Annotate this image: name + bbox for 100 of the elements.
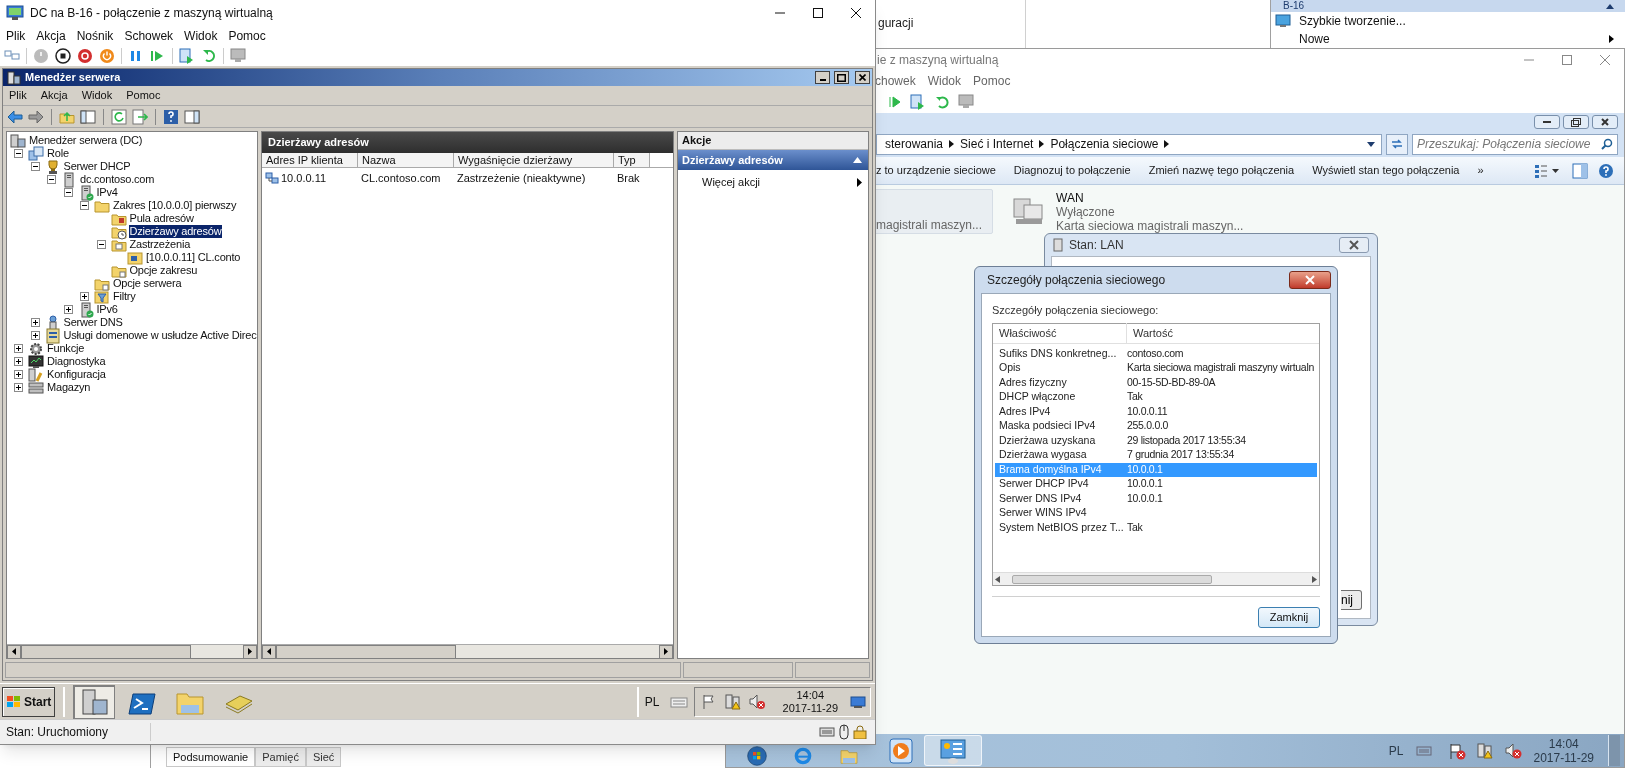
- actions-section-header[interactable]: Dzierżawy adresów: [678, 150, 868, 170]
- toolbar-command[interactable]: »: [1477, 162, 1484, 179]
- taskbar-app[interactable]: [73, 684, 116, 719]
- close-button[interactable]: Zamknij: [1258, 607, 1320, 628]
- tree-pane-icon[interactable]: [80, 108, 96, 125]
- expand-icon[interactable]: [14, 357, 23, 366]
- network-warning-icon[interactable]: [724, 693, 741, 710]
- maximize-button[interactable]: [834, 71, 849, 84]
- menu-item[interactable]: Widok: [81, 87, 113, 104]
- stop-icon[interactable]: [55, 48, 71, 64]
- scrollbar-thumb[interactable]: [276, 644, 456, 659]
- close-button[interactable]: nij: [1341, 590, 1362, 610]
- tree-item[interactable]: dc.contoso.com: [79, 173, 156, 186]
- tree-item[interactable]: Zastrzeżenia: [128, 238, 192, 251]
- clock-date[interactable]: 2017-11-29: [782, 701, 838, 715]
- menu-item[interactable]: Nośnik: [76, 27, 114, 45]
- scroll-right-icon[interactable]: [1312, 575, 1317, 583]
- tree-item[interactable]: Dzierżawy adresów: [128, 225, 223, 238]
- expand-icon[interactable]: [14, 370, 23, 379]
- toolbar-command[interactable]: Diagnozuj to połączenie: [1013, 162, 1131, 179]
- expand-icon[interactable]: [14, 383, 23, 392]
- search-icon[interactable]: [1601, 138, 1613, 150]
- speaker-muted-icon[interactable]: [748, 693, 765, 710]
- collapse-icon[interactable]: [63, 188, 73, 197]
- revert-icon[interactable]: [201, 48, 217, 64]
- chevron-right-icon[interactable]: [1164, 140, 1170, 148]
- revert-icon[interactable]: [935, 95, 949, 109]
- list-row[interactable]: Adres IPv4 10.0.0.11: [995, 404, 1317, 419]
- action-link[interactable]: Szybkie tworzenie...: [1299, 12, 1614, 30]
- monitor-icon[interactable]: [958, 94, 974, 110]
- tree-item[interactable]: Filtry: [112, 290, 137, 303]
- tab[interactable]: Sieć: [305, 747, 342, 767]
- tree-item[interactable]: IPv6: [95, 303, 119, 316]
- tree-item[interactable]: Magazyn: [46, 381, 92, 394]
- toolbar-command[interactable]: Wyświetl stan tego połączenia: [1312, 162, 1460, 179]
- tree-item[interactable]: Konfiguracja: [46, 368, 107, 381]
- view-options-icon[interactable]: [1534, 163, 1560, 178]
- checkpoint-icon[interactable]: [179, 48, 195, 64]
- toolbar-command[interactable]: Zmień nazwę tego połączenia: [1148, 162, 1295, 179]
- collapse-icon[interactable]: [30, 162, 40, 171]
- scroll-left-icon[interactable]: [995, 575, 1000, 583]
- breadcrumb-item[interactable]: Połączenia sieciowe: [1050, 135, 1159, 153]
- tab[interactable]: Pamięć: [255, 747, 306, 767]
- monitor-icon[interactable]: [230, 48, 246, 64]
- tree-item[interactable]: Pula adresów: [128, 212, 195, 225]
- clock-date[interactable]: 2017-11-29: [1533, 750, 1594, 765]
- chevron-right-icon[interactable]: [949, 140, 955, 148]
- clock-time[interactable]: 14:04: [1548, 736, 1579, 751]
- list-row[interactable]: Serwer WINS IPv4: [995, 506, 1317, 521]
- list-row[interactable]: System NetBIOS przez T... Tak: [995, 520, 1317, 535]
- tree-item[interactable]: Menedżer serwera (DC): [28, 134, 144, 147]
- list-row[interactable]: Sufiks DNS konkretneg... contoso.com: [995, 346, 1317, 361]
- tree-item[interactable]: Zakres [10.0.0.0] pierwszy: [112, 199, 238, 212]
- menu-item[interactable]: Pomoc: [126, 87, 161, 104]
- tab[interactable]: Podsumowanie: [166, 747, 256, 767]
- list-row[interactable]: Dzierżawa uzyskana 29 listopada 2017 13:55:34: [995, 433, 1317, 448]
- action-pane-icon[interactable]: [184, 108, 200, 125]
- collapse-icon[interactable]: [80, 201, 89, 210]
- language-indicator[interactable]: PL: [644, 692, 660, 711]
- refresh-button[interactable]: [1386, 133, 1408, 155]
- expand-icon[interactable]: [80, 292, 89, 301]
- power-icon[interactable]: [99, 48, 115, 64]
- help-icon[interactable]: [1598, 162, 1614, 179]
- scroll-right-button[interactable]: [243, 644, 257, 659]
- tree-item[interactable]: Role: [46, 147, 70, 160]
- flag-icon[interactable]: [700, 693, 717, 710]
- collapse-icon[interactable]: [14, 149, 23, 158]
- tree-item[interactable]: Funkcje: [46, 342, 86, 355]
- monitor-icon[interactable]: [850, 695, 866, 708]
- connection-item[interactable]: magistrali maszyn...: [873, 189, 993, 234]
- collapse-icon[interactable]: [96, 240, 106, 249]
- close-button[interactable]: [1339, 237, 1369, 253]
- list-row[interactable]: Opis Karta sieciowa magistrali maszyny wirtualn: [995, 361, 1317, 376]
- address-bar[interactable]: sterowania Sieć i Internet Połączenia sieciowe: [876, 133, 1382, 155]
- breadcrumb-item[interactable]: sterowania: [885, 135, 944, 153]
- scrollbar[interactable]: [262, 644, 673, 658]
- scrollbar[interactable]: [7, 644, 257, 658]
- tree-item[interactable]: IPv4: [95, 186, 119, 199]
- search-field[interactable]: Przeszukaj: Połączenia sieciowe: [1412, 133, 1618, 155]
- tree-item[interactable]: Serwer DNS: [62, 316, 124, 329]
- expand-icon[interactable]: [14, 344, 23, 353]
- toolbar-command[interactable]: z to urządzenie sieciowe: [876, 162, 996, 179]
- column-header[interactable]: Właściwość: [993, 323, 1127, 343]
- caret-up-icon[interactable]: [1606, 3, 1614, 9]
- refresh-icon[interactable]: [111, 108, 127, 125]
- export-icon[interactable]: [132, 108, 148, 125]
- menu-item[interactable]: Schowek: [124, 27, 174, 45]
- list-row[interactable]: Serwer DNS IPv4 10.0.0.1: [995, 491, 1317, 506]
- scrollbar-thumb[interactable]: [1012, 574, 1212, 584]
- show-desktop-button[interactable]: [1608, 735, 1620, 766]
- resume-icon[interactable]: [889, 96, 901, 108]
- menu-item[interactable]: Akcja: [40, 87, 68, 104]
- list-row[interactable]: Adres fizyczny 00-15-5D-BD-89-0A: [995, 375, 1317, 390]
- minimize-button[interactable]: [815, 71, 830, 84]
- help-icon[interactable]: [163, 108, 179, 125]
- scroll-left-button[interactable]: [262, 644, 276, 659]
- menu-item[interactable]: Pomoc: [973, 72, 1011, 90]
- close-button[interactable]: [1289, 271, 1331, 289]
- menu-item[interactable]: Widok: [184, 27, 218, 45]
- close-button[interactable]: [1592, 115, 1618, 129]
